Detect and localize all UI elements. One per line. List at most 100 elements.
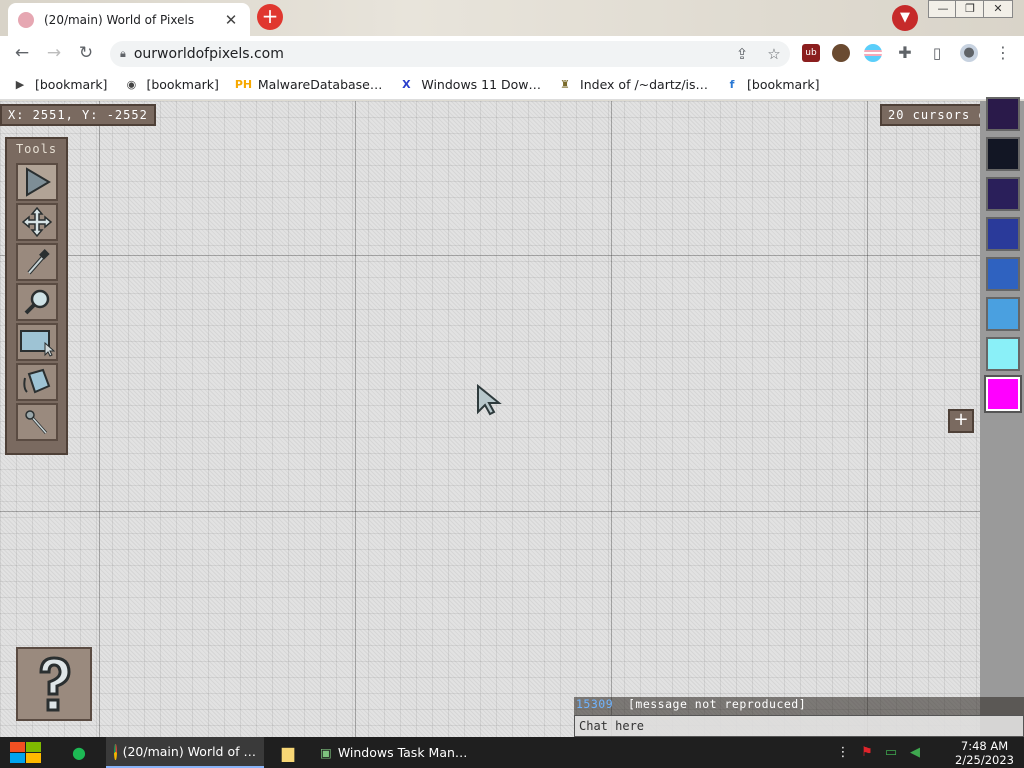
action-center-flag-icon[interactable]: ⚑ xyxy=(858,745,876,760)
windows-logo-icon xyxy=(10,741,41,763)
extension-avatar-icon[interactable] xyxy=(832,44,850,62)
clock[interactable]: 7:48 AM 2/25/2023 xyxy=(955,739,1014,767)
clock-date: 2/25/2023 xyxy=(955,753,1014,767)
menu-kebab-icon[interactable]: ⋮ xyxy=(994,44,1012,62)
forward-arrow-icon[interactable]: → xyxy=(38,43,70,63)
back-arrow-icon[interactable]: ← xyxy=(6,43,38,63)
clock-time: 7:48 AM xyxy=(960,739,1009,753)
pin-tool-icon xyxy=(25,410,48,434)
bookmark-label: [bookmark] xyxy=(35,77,108,92)
taskbar-task-manager[interactable]: ▣ Windows Task Man… xyxy=(312,737,467,768)
taskbar-file-explorer[interactable]: ▆ xyxy=(264,737,312,768)
taskbar-chrome-label: (20/main) World of … xyxy=(122,744,256,759)
bookmark-favicon-icon: PH xyxy=(234,77,253,91)
area-select-icon xyxy=(20,330,55,357)
share-icon[interactable]: ⇪ xyxy=(726,45,758,63)
zoom-tool-button[interactable] xyxy=(16,283,58,321)
bookmark-label: [bookmark] xyxy=(747,77,820,92)
chat-user-id[interactable]: 15309 xyxy=(576,697,613,711)
cursors-online-display: 20 cursors online xyxy=(880,104,985,126)
tools-window: Tools xyxy=(5,137,68,455)
lock-icon: 🔒︎ xyxy=(120,47,126,60)
paste-tool-button[interactable] xyxy=(16,403,58,441)
url-text[interactable]: ourworldofpixels.com xyxy=(134,46,726,62)
folder-icon: ▆ xyxy=(281,743,295,762)
bookmark-item[interactable]: X Windows 11 Dow… xyxy=(398,77,541,93)
palette-swatch[interactable] xyxy=(986,177,1020,211)
minimize-button[interactable]: — xyxy=(928,0,958,18)
bookmark-label: MalwareDatabase… xyxy=(257,77,383,92)
palette-swatch[interactable] xyxy=(986,217,1020,251)
bookmark-favicon-icon: ♜ xyxy=(560,77,570,91)
network-icon[interactable]: ▭ xyxy=(882,745,900,760)
taskbar: ● (20/main) World of … ▆ ▣ Windows Task … xyxy=(0,737,1024,768)
bookmark-item[interactable]: ♜ Index of /~dartz/is… xyxy=(557,77,708,93)
cursor-tool-icon xyxy=(26,167,51,197)
spotify-taskbar-icon[interactable]: ● xyxy=(52,737,106,768)
bookmark-favicon-icon: ◉ xyxy=(126,77,137,91)
close-window-button[interactable]: ✕ xyxy=(983,0,1013,18)
tab-title: (20/main) World of Pixels xyxy=(44,12,195,27)
fill-tool-button[interactable] xyxy=(16,363,58,401)
palette-swatch[interactable] xyxy=(986,297,1020,331)
reload-icon[interactable]: ↻ xyxy=(70,43,102,63)
tools-title: Tools xyxy=(15,142,58,156)
add-color-button[interactable]: + xyxy=(948,409,974,433)
palette-swatch[interactable] xyxy=(986,97,1020,131)
chat-message: 15309 [message not reproduced] xyxy=(574,697,1024,713)
side-panel-icon[interactable]: ▯ xyxy=(928,44,946,62)
bookmark-item[interactable]: PH MalwareDatabase… xyxy=(235,77,383,93)
bookmark-item[interactable]: f [bookmark] xyxy=(724,77,820,93)
chat-panel: 15309 [message not reproduced] Chat here xyxy=(574,697,1024,737)
paint-bucket-icon xyxy=(23,368,51,394)
area-export-tool-button[interactable] xyxy=(16,323,58,361)
address-bar[interactable]: 🔒︎ ourworldofpixels.com ⇪ ☆ xyxy=(110,41,790,67)
bookmark-item[interactable]: ▶ [bookmark] xyxy=(12,77,108,93)
extensions-puzzle-icon[interactable]: ✚ xyxy=(896,44,914,62)
browser-toolbar: ← → ↻ 🔒︎ ourworldofpixels.com ⇪ ☆ ub ✚ ▯… xyxy=(0,36,1024,70)
browser-tab[interactable]: (20/main) World of Pixels ✕ xyxy=(8,3,250,36)
tab-close-icon[interactable]: ✕ xyxy=(222,11,240,29)
bookmarks-bar: ▶ [bookmark] ◉ [bookmark] PH MalwareDatabase…… xyxy=(0,70,1024,100)
bookmark-favicon-icon: f xyxy=(729,77,735,91)
magnifier-icon xyxy=(24,289,50,315)
help-button[interactable] xyxy=(16,647,92,721)
chat-input[interactable]: Chat here xyxy=(574,715,1024,737)
bookmark-label: Index of /~dartz/is… xyxy=(580,77,709,92)
tab-strip: (20/main) World of Pixels ✕ + ▼ — ❐ ✕ xyxy=(0,0,1024,36)
taskbar-task-manager-label: Windows Task Man… xyxy=(337,745,468,760)
palette-swatch[interactable] xyxy=(986,137,1020,171)
restore-button[interactable]: ❐ xyxy=(955,0,985,18)
player-cursor-icon xyxy=(477,384,502,416)
new-tab-button[interactable]: + xyxy=(257,4,283,30)
cursor-tool-button[interactable] xyxy=(16,163,58,201)
pipette-tool-icon xyxy=(27,249,50,275)
bookmark-favicon-icon: X xyxy=(402,77,411,91)
flag-extension-icon[interactable] xyxy=(864,44,882,62)
ublock-extension-icon[interactable]: ub xyxy=(802,44,820,62)
start-button[interactable] xyxy=(0,737,52,768)
color-palette xyxy=(980,97,1024,737)
pipette-tool-button[interactable] xyxy=(16,243,58,281)
bookmark-favicon-icon: ▶ xyxy=(15,77,25,91)
tray-overflow-icon[interactable]: ⋮ xyxy=(834,745,852,760)
palette-swatch[interactable] xyxy=(986,337,1020,371)
palette-swatch[interactable] xyxy=(986,257,1020,291)
move-tool-icon xyxy=(21,206,53,238)
palette-swatch[interactable] xyxy=(984,375,1022,413)
bookmark-label: Windows 11 Dow… xyxy=(421,77,542,92)
profile-icon[interactable]: ● xyxy=(960,44,978,62)
move-tool-button[interactable] xyxy=(16,203,58,241)
task-manager-icon: ▣ xyxy=(320,745,332,760)
pixel-canvas[interactable] xyxy=(0,101,980,737)
owop-favicon-icon xyxy=(18,11,34,28)
bookmark-star-icon[interactable]: ☆ xyxy=(758,45,790,63)
volume-icon[interactable]: ◀ xyxy=(906,745,924,760)
tab-search-chevron-icon[interactable]: ▼ xyxy=(892,5,918,31)
coordinates-display: X: 2551, Y: -2552 xyxy=(0,104,156,126)
chrome-icon xyxy=(114,743,117,760)
bookmark-item[interactable]: ◉ [bookmark] xyxy=(123,77,219,93)
question-mark-icon xyxy=(39,656,71,712)
chat-message-text: [message not reproduced] xyxy=(627,697,807,711)
taskbar-chrome-window[interactable]: (20/main) World of … xyxy=(106,737,264,768)
